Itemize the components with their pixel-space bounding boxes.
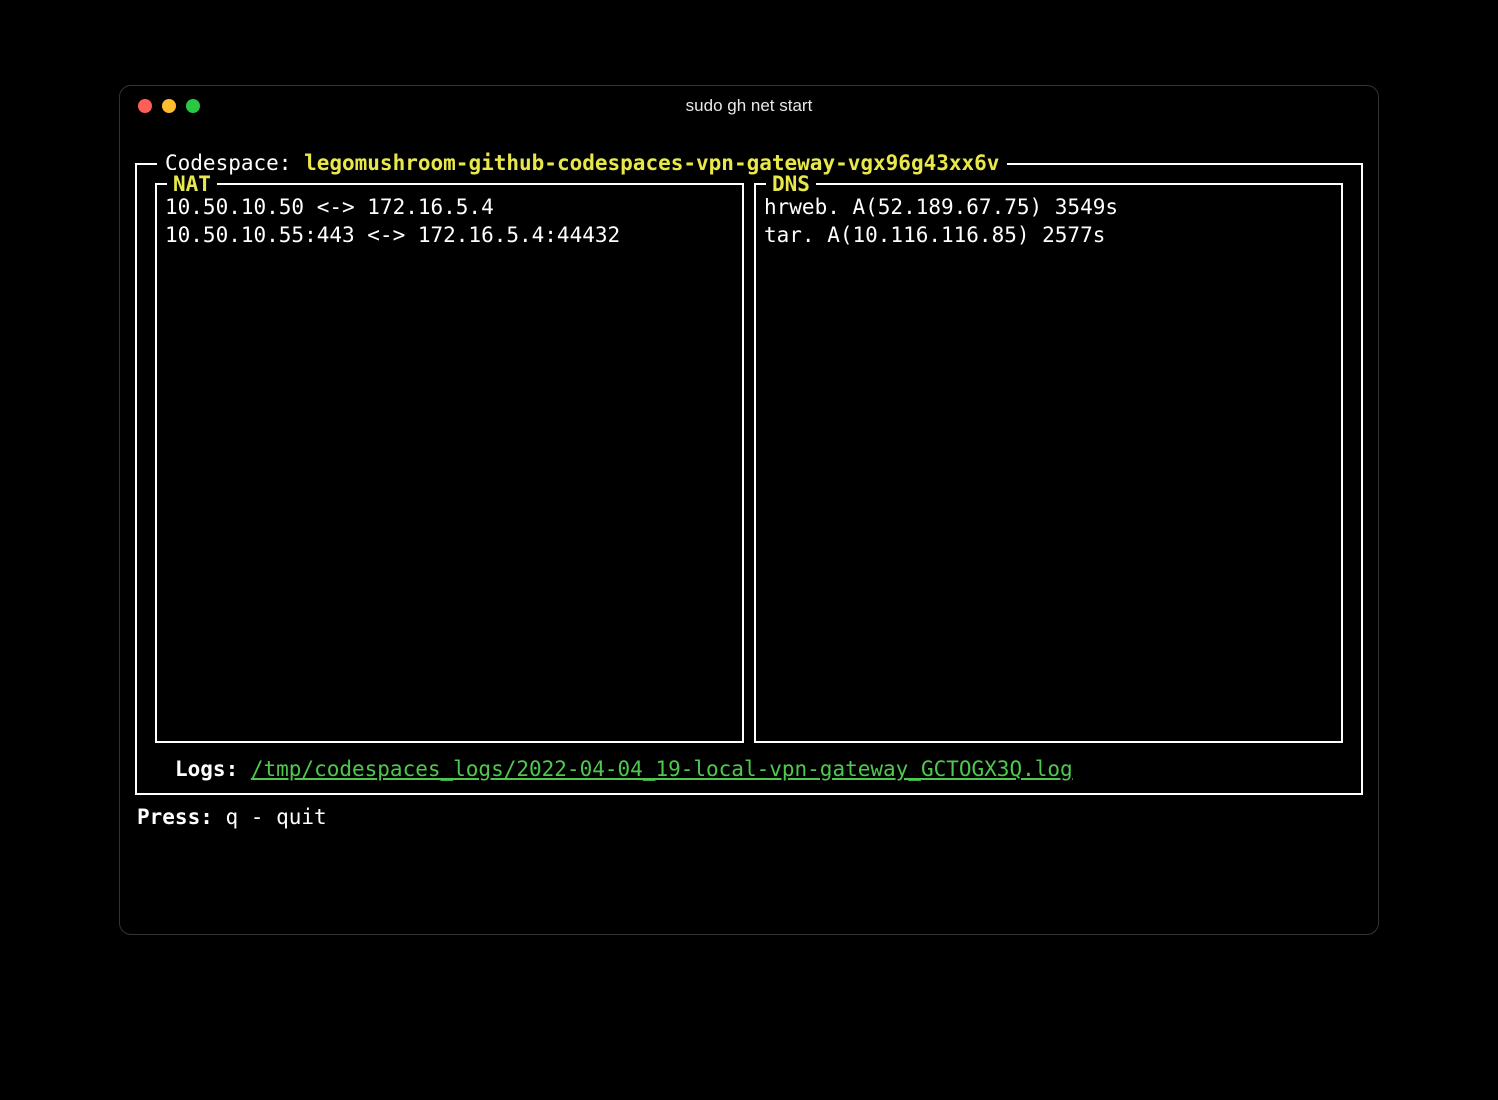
close-icon[interactable] [138,99,152,113]
maximize-icon[interactable] [186,99,200,113]
nat-panel: NAT 10.50.10.50 <-> 172.16.5.4 10.50.10.… [155,183,744,743]
codespace-name: legomushroom-github-codespaces-vpn-gatew… [304,151,999,175]
logs-label: Logs: [175,757,251,781]
minimize-icon[interactable] [162,99,176,113]
press-label: Press: [137,805,226,829]
codespace-title: Codespace: legomushroom-github-codespace… [157,149,1007,177]
terminal-window: sudo gh net start Codespace: legomushroo… [119,85,1379,935]
panels-row: NAT 10.50.10.50 <-> 172.16.5.4 10.50.10.… [155,183,1343,743]
nat-line: 10.50.10.50 <-> 172.16.5.4 [165,193,734,221]
traffic-lights [138,99,200,113]
codespace-panel: Codespace: legomushroom-github-codespace… [135,163,1363,795]
nat-panel-title: NAT [167,170,217,198]
press-line: Press: q - quit [135,803,1363,831]
window-title: sudo gh net start [686,96,813,116]
press-value: q - quit [226,805,327,829]
terminal-content: Codespace: legomushroom-github-codespace… [120,126,1378,847]
dns-line: tar. A(10.116.116.85) 2577s [764,221,1333,249]
nat-line: 10.50.10.55:443 <-> 172.16.5.4:44432 [165,221,734,249]
logs-line: Logs: /tmp/codespaces_logs/2022-04-04_19… [155,755,1343,783]
title-bar: sudo gh net start [120,86,1378,126]
dns-panel-title: DNS [766,170,816,198]
dns-panel: DNS hrweb. A(52.189.67.75) 3549s tar. A(… [754,183,1343,743]
dns-line: hrweb. A(52.189.67.75) 3549s [764,193,1333,221]
logs-path-link[interactable]: /tmp/codespaces_logs/2022-04-04_19-local… [251,757,1073,781]
